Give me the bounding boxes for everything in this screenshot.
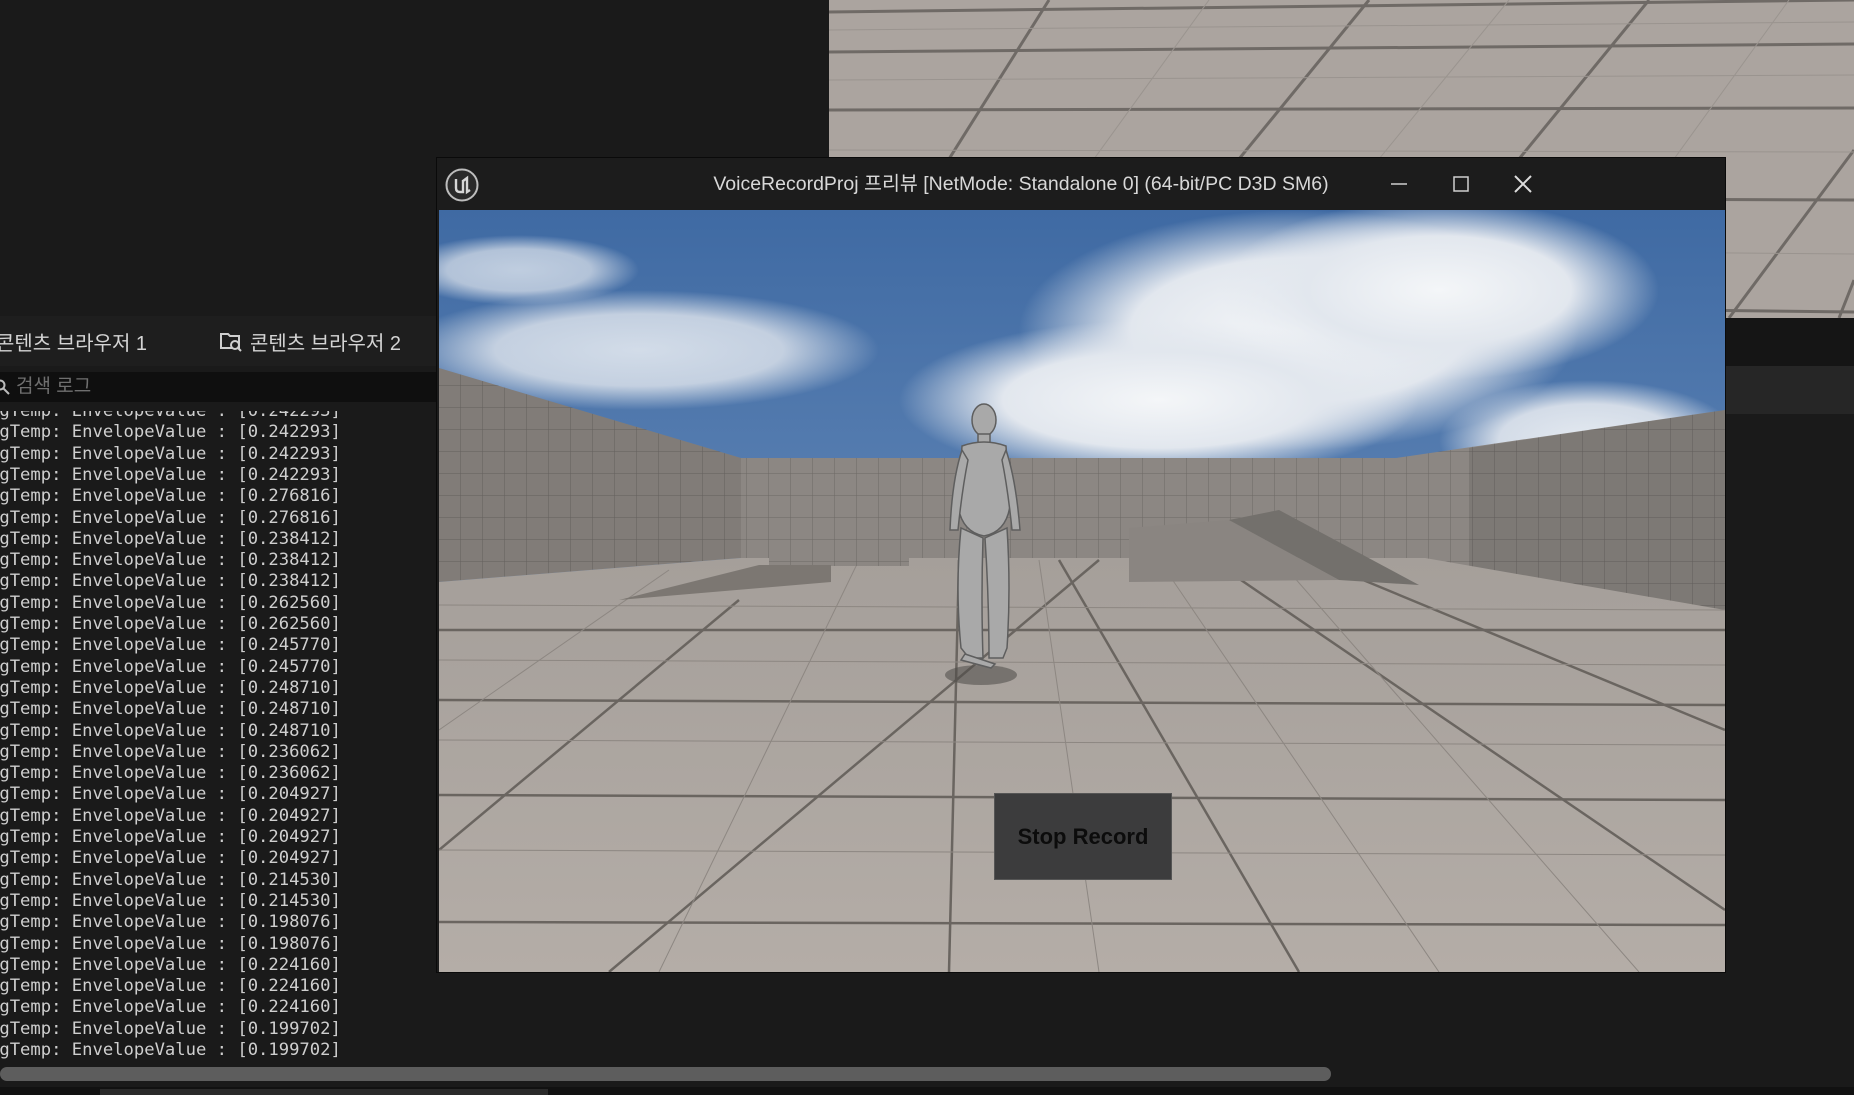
log-line: ogTemp: EnvelopeValue : [0.204927] (0, 848, 341, 869)
log-line: ogTemp: EnvelopeValue : [0.199702] (0, 1018, 341, 1039)
log-line: ogTemp: EnvelopeValue : [0.224160] (0, 976, 341, 997)
log-line: ogTemp: EnvelopeValue : [0.262560] (0, 592, 341, 613)
log-line: ogTemp: EnvelopeValue : [0.199702] (0, 1040, 341, 1060)
log-line: ogTemp: EnvelopeValue : [0.238412] (0, 571, 341, 592)
log-line: ogTemp: EnvelopeValue : [0.238412] (0, 550, 341, 571)
content-browser-tab-strip: 콘텐츠 브라우저 1 콘텐츠 브라우저 2 (0, 316, 436, 366)
log-line: ogTemp: EnvelopeValue : [0.236062] (0, 763, 341, 784)
close-button[interactable] (1497, 162, 1549, 206)
preview-window: VoiceRecordProj 프리뷰 [NetMode: Standalone… (436, 157, 1726, 973)
log-line: ogTemp: EnvelopeValue : [0.242293] (0, 422, 341, 443)
window-titlebar[interactable]: VoiceRecordProj 프리뷰 [NetMode: Standalone… (437, 158, 1725, 210)
log-line: ogTemp: EnvelopeValue : [0.262560] (0, 614, 341, 634)
log-search-input[interactable] (16, 376, 396, 398)
game-viewport[interactable]: Stop Record (439, 210, 1725, 972)
log-line: ogTemp: EnvelopeValue : [0.248710] (0, 720, 341, 741)
tab-label: 콘텐츠 브라우저 1 (0, 332, 148, 355)
log-line: ogTemp: EnvelopeValue : [0.245770] (0, 635, 341, 656)
tab-content-browser-2[interactable]: 콘텐츠 브라우저 2 (220, 316, 401, 366)
maximize-button[interactable] (1435, 162, 1487, 206)
horizontal-scrollbar-thumb[interactable] (0, 1067, 1331, 1081)
log-line: ogTemp: EnvelopeValue : [0.242293] (0, 464, 341, 485)
close-icon (1514, 175, 1532, 193)
status-bar-segment (100, 1089, 548, 1095)
log-line: ogTemp: EnvelopeValue : [0.198076] (0, 933, 341, 954)
log-line: ogTemp: EnvelopeValue : [0.214530] (0, 869, 341, 890)
log-line: ogTemp: EnvelopeValue : [0.224160] (0, 954, 341, 975)
log-line: ogTemp: EnvelopeValue : [0.238412] (0, 528, 341, 549)
editor-panel-bar (1726, 366, 1854, 414)
log-line: ogTemp: EnvelopeValue : [0.276816] (0, 507, 341, 528)
log-line: ogTemp: EnvelopeValue : [0.214530] (0, 890, 341, 911)
log-line: ogTemp: EnvelopeValue : [0.204927] (0, 827, 341, 847)
log-line: ogTemp: EnvelopeValue : [0.236062] (0, 741, 341, 762)
log-line: ogTemp: EnvelopeValue : [0.204927] (0, 784, 341, 805)
log-line: ogTemp: EnvelopeValue : [0.224160] (0, 997, 341, 1018)
output-log[interactable]: ogTemp: EnvelopeValue : [0.242293] ogTemp… (0, 411, 436, 1067)
log-line: ogTemp: EnvelopeValue : [0.248710] (0, 677, 341, 698)
log-line: ogTemp: EnvelopeValue : [0.242293] (0, 411, 341, 421)
log-line: ogTemp: EnvelopeValue : [0.276816] (0, 486, 341, 507)
stop-record-button[interactable]: Stop Record (994, 793, 1172, 880)
unreal-logo-icon (445, 168, 479, 202)
folder-search-icon (220, 333, 242, 352)
minimize-button[interactable] (1373, 162, 1425, 206)
log-search-bar (0, 372, 436, 402)
log-line: ogTemp: EnvelopeValue : [0.198076] (0, 912, 341, 933)
tab-content-browser-1[interactable]: 콘텐츠 브라우저 1 (0, 316, 147, 366)
maximize-icon (1453, 176, 1469, 192)
minimize-icon (1391, 183, 1407, 185)
log-line: ogTemp: EnvelopeValue : [0.204927] (0, 805, 341, 826)
log-line: ogTemp: EnvelopeValue : [0.245770] (0, 656, 341, 677)
tab-label: 콘텐츠 브라우저 2 (250, 332, 402, 355)
log-line: ogTemp: EnvelopeValue : [0.242293] (0, 443, 341, 464)
log-line: ogTemp: EnvelopeValue : [0.248710] (0, 699, 341, 720)
search-icon (0, 379, 10, 395)
editor-panel-bar (1726, 318, 1854, 366)
